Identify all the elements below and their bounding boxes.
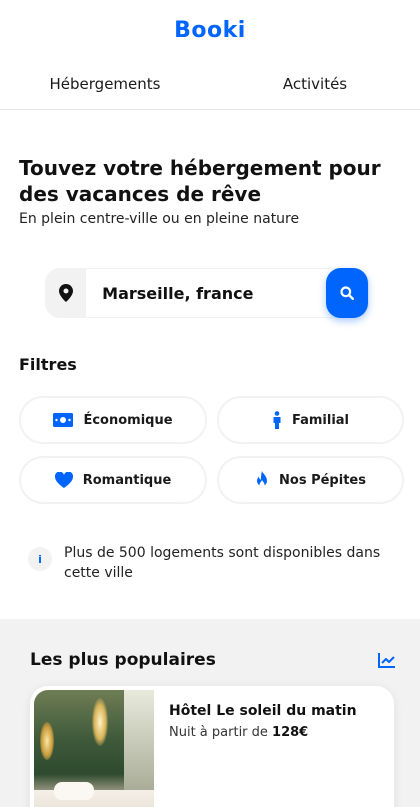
hero-title: Touvez votre hébergement pour des vacanc… [19,156,381,206]
search-bar [45,268,369,318]
hotel-photo [34,690,154,807]
location-pin-icon [46,268,87,318]
popular-section: Les plus populaires Hôtel Le soleil du m… [0,619,420,807]
price-value: 128€ [272,725,309,740]
popular-title: Les plus populaires [30,650,216,670]
filter-familial[interactable]: Familial [217,396,404,444]
trend-chart-icon[interactable] [378,652,396,668]
filter-economique[interactable]: Économique [19,396,207,444]
main-tabs: Hébergements Activités [0,60,420,110]
info-icon: i [28,547,52,571]
filter-label: Romantique [82,472,172,488]
filters-title: Filtres [19,355,77,374]
filter-label: Nos Pépites [279,472,366,488]
filter-label: Économique [83,412,173,428]
info-text: Plus de 500 logements sont disponibles d… [64,545,381,581]
heart-icon [54,472,73,488]
search-input[interactable] [86,269,327,317]
tab-activites[interactable]: Activités [210,60,420,109]
filter-nos-pepites[interactable]: Nos Pépites [217,456,404,504]
filter-label: Familial [291,412,350,428]
price-prefix: Nuit à partir de [169,725,273,740]
booki-logo[interactable]: Booki [0,18,420,43]
filter-romantique[interactable]: Romantique [19,456,207,504]
hero-subtitle: En plein centre-ville ou en pleine natur… [19,211,300,227]
tab-hebergements[interactable]: Hébergements [0,60,210,109]
hotel-price: Nuit à partir de 128€ [169,725,357,740]
fire-icon [257,471,268,487]
hotel-card[interactable]: Hôtel Le soleil du matin Nuit à partir d… [30,686,394,807]
money-icon [53,413,74,427]
availability-info: i Plus de 500 logements sont disponibles… [28,543,408,583]
search-button[interactable] [326,268,368,318]
hotel-name: Hôtel Le soleil du matin [169,703,357,719]
person-icon [273,411,281,429]
search-icon [340,286,355,300]
